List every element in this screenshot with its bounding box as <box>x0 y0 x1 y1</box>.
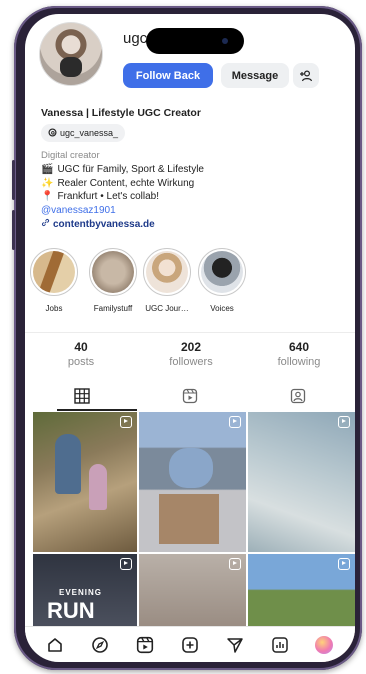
phone-side-button <box>12 210 15 250</box>
threads-handle: ugc_vanessa_ <box>60 128 119 138</box>
threads-badge[interactable]: ugc_vanessa_ <box>41 124 126 142</box>
nav-create[interactable] <box>179 634 201 656</box>
explore-icon <box>92 636 109 653</box>
post-figure <box>169 448 213 488</box>
post-tile[interactable] <box>248 412 355 552</box>
stat-followers[interactable]: 202 followers <box>151 340 231 368</box>
bio-text: Frankfurt • Let's collab! <box>57 191 160 202</box>
stat-label: posts <box>67 356 95 368</box>
stat-label: followers <box>169 356 213 368</box>
link-icon <box>41 218 50 230</box>
nav-reels[interactable] <box>134 634 156 656</box>
stat-value: 640 <box>288 340 310 354</box>
highlight-ring <box>198 248 246 296</box>
display-name: Vanessa | Lifestyle UGC Creator <box>41 107 201 119</box>
reel-icon <box>120 558 132 570</box>
grid-icon <box>74 388 90 404</box>
nav-explore[interactable] <box>89 634 111 656</box>
reel-icon <box>338 558 350 570</box>
highlight-image <box>92 251 134 293</box>
post-figure <box>89 464 107 510</box>
post-tile[interactable] <box>139 412 246 552</box>
website-link[interactable]: contentbyvanessa.de <box>41 218 155 230</box>
post-tile[interactable] <box>33 412 137 552</box>
post-overlay-large: RUN <box>47 598 95 623</box>
insights-icon <box>271 636 288 653</box>
tab-tagged[interactable] <box>283 385 313 407</box>
bio-text: UGC für Family, Sport & Lifestyle <box>57 164 204 175</box>
highlight-ring <box>30 248 78 296</box>
tab-grid[interactable] <box>67 385 97 407</box>
reels-icon <box>137 636 154 653</box>
pin-icon: 📍 <box>41 191 54 202</box>
threads-icon <box>48 127 57 139</box>
reel-icon <box>229 416 241 428</box>
bio-line: 📍 Frankfurt • Let's collab! <box>41 190 204 204</box>
nav-insights[interactable] <box>269 634 291 656</box>
reel-icon <box>338 416 350 428</box>
bio-text: Realer Content, echte Wirkung <box>57 177 195 189</box>
add-person-icon <box>300 69 313 81</box>
stat-value: 202 <box>180 340 202 354</box>
highlight-image <box>146 251 188 293</box>
clapper-icon: 🎬 <box>41 164 54 175</box>
highlight-familystuff[interactable]: Familystuff <box>86 248 140 313</box>
camera-dot <box>222 38 228 44</box>
nav-home[interactable] <box>44 634 66 656</box>
bio-line: 🎬 UGC für Family, Sport & Lifestyle <box>41 163 204 177</box>
bottom-nav <box>25 626 355 662</box>
website-text: contentbyvanessa.de <box>53 218 155 230</box>
active-tab-indicator <box>57 409 137 411</box>
bio-line: ✨ Realer Content, echte Wirkung <box>41 177 204 191</box>
highlight-label: Jobs <box>45 304 63 313</box>
highlight-label: Familystuff <box>93 304 133 313</box>
post-overlay-small: EVENING <box>59 588 103 597</box>
stat-value: 40 <box>74 340 88 354</box>
nav-profile[interactable] <box>313 634 335 656</box>
tagged-icon <box>290 388 306 404</box>
avatar[interactable] <box>39 22 103 86</box>
highlight-voices[interactable]: Voices <box>195 248 249 313</box>
bio: 🎬 UGC für Family, Sport & Lifestyle ✨ Real… <box>41 163 204 204</box>
category-label: Digital creator <box>41 150 100 161</box>
home-icon <box>48 637 63 652</box>
message-button[interactable]: Message <box>221 63 289 88</box>
phone-side-button <box>12 160 15 200</box>
highlight-image <box>201 251 243 293</box>
create-icon <box>182 636 198 653</box>
add-person-button[interactable] <box>293 63 319 88</box>
post-figure <box>159 494 219 544</box>
highlight-label: Voices <box>210 304 234 313</box>
send-icon <box>227 637 243 653</box>
highlight-jobs[interactable]: Jobs <box>27 248 81 313</box>
follow-back-button[interactable]: Follow Back <box>123 63 213 88</box>
nav-send[interactable] <box>224 634 246 656</box>
highlight-ring <box>89 248 137 296</box>
highlight-image <box>33 251 75 293</box>
screen: ugc_ Follow Back Message Vanessa | Lifes… <box>25 14 355 662</box>
post-grid: EVENING RUN <box>33 412 355 662</box>
stat-following[interactable]: 640 following <box>259 340 339 368</box>
stat-posts[interactable]: 40 posts <box>41 340 121 368</box>
sparkles-icon: ✨ <box>41 177 54 189</box>
reels-icon <box>182 388 198 404</box>
tab-reels[interactable] <box>175 385 205 407</box>
divider <box>25 332 355 333</box>
stat-label: following <box>277 356 321 368</box>
post-figure <box>55 434 81 494</box>
highlight-ring <box>143 248 191 296</box>
reel-icon <box>120 416 132 428</box>
highlight-ugc-journey[interactable]: UGC Jour… <box>140 248 194 313</box>
reel-icon <box>229 558 241 570</box>
profile-icon <box>315 635 334 654</box>
mention-link[interactable]: @vanessaz1901 <box>41 205 116 216</box>
highlight-label: UGC Jour… <box>145 304 189 313</box>
dynamic-island <box>146 28 244 54</box>
